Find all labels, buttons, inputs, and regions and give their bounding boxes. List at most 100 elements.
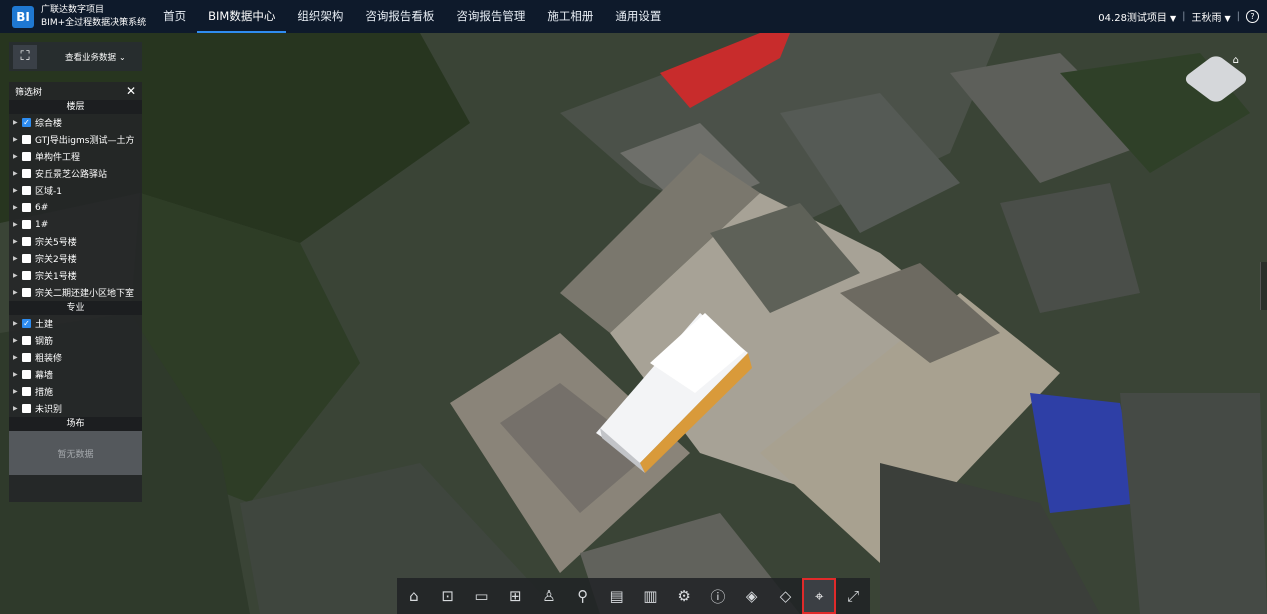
filter-title: 筛选树 (15, 87, 43, 98)
project-selector[interactable]: 04.28测试项目 ▼ (1098, 9, 1176, 24)
expand-arrow-icon[interactable]: ▶ (13, 405, 22, 412)
map-marker-icon[interactable]: ⌖ (802, 578, 837, 614)
expand-arrow-icon[interactable]: ▶ (13, 136, 22, 143)
filter-header: 筛选树 ✕ (9, 82, 142, 100)
box-icon[interactable]: ◇ (769, 578, 803, 614)
chevron-down-icon: ⌄ (119, 52, 126, 62)
map-viewport[interactable] (0, 33, 1267, 614)
tree-item[interactable]: ▶ 安丘景芝公路驿站 (9, 165, 142, 182)
expand-arrow-icon[interactable]: ▶ (13, 153, 22, 160)
divider: | (1236, 11, 1240, 22)
nav-item[interactable]: 施工相册 (536, 0, 604, 33)
expand-arrow-icon[interactable]: ▶ (13, 388, 22, 395)
tree-item-label: 6# (35, 202, 49, 213)
settings-icon[interactable]: ⚙ (667, 578, 701, 614)
expand-arrow-icon[interactable]: ▶ (13, 354, 22, 361)
checkbox[interactable] (22, 336, 31, 345)
checkbox[interactable] (22, 387, 31, 396)
expand-arrow-icon[interactable]: ▶ (13, 337, 22, 344)
section-disciplines: 专业 (9, 301, 142, 315)
top-nav-bar: BI 广联达数字项目 BIM+全过程数据决策系统 首页 BIM数据中心 组织架构 咨询… (0, 0, 1267, 33)
tree-item-label: 措施 (35, 388, 54, 398)
checkbox[interactable] (22, 254, 31, 263)
expand-arrow-icon[interactable]: ▶ (13, 238, 22, 245)
checkbox[interactable] (22, 186, 31, 195)
fullscreen-icon[interactable]: ⤢ (836, 578, 870, 614)
section-icon[interactable]: ⊞ (498, 578, 532, 614)
side-handle[interactable] (1260, 262, 1267, 310)
expand-arrow-icon[interactable]: ▶ (13, 119, 22, 126)
expand-arrow-icon[interactable]: ▶ (13, 187, 22, 194)
tree-item-label: 钢筋 (35, 337, 54, 347)
brand-subtitle: BIM+全过程数据决策系统 (41, 17, 147, 28)
person-walk-icon[interactable]: ♙ (532, 578, 566, 614)
location-pin-icon[interactable]: ⚲ (566, 578, 600, 614)
tree-item[interactable]: ▶ 粗装修 (9, 349, 142, 366)
home-icon[interactable]: ⌂ (1233, 55, 1239, 66)
nav-item[interactable]: 组织架构 (286, 0, 354, 33)
checkbox[interactable] (22, 353, 31, 362)
expand-arrow-icon[interactable]: ▶ (13, 272, 22, 279)
tree-item[interactable]: ▶ 钢筋 (9, 332, 142, 349)
list-icon[interactable]: ▤ (600, 578, 634, 614)
tree-item[interactable]: ▶ 未识别 (9, 400, 142, 417)
tree-item[interactable]: ▶ 宗关1号楼 (9, 267, 142, 284)
checkbox[interactable]: ✓ (22, 319, 31, 328)
floor-list: ▶ ✓ 综合楼 ▶ GTJ导出igms测试—土方 ▶ 单构件工程 ▶ 安丘景芝公路驿站 ▶ 区域-1… (9, 114, 142, 301)
model-cube-icon[interactable]: ◈ (735, 578, 769, 614)
tree-item[interactable]: ▶ 1# (9, 216, 142, 233)
nav-item[interactable]: 咨询报告管理 (445, 0, 536, 33)
checkbox[interactable] (22, 135, 31, 144)
brand: 广联达数字项目 BIM+全过程数据决策系统 (41, 4, 146, 30)
tree-item[interactable]: ▶ ✓ 综合楼 (9, 114, 142, 131)
checkbox[interactable]: ✓ (22, 118, 31, 127)
tree-item[interactable]: ▶ 宗关二期还建小区地下室 (9, 284, 142, 301)
checkbox[interactable] (22, 271, 31, 280)
tree-item-label: GTJ导出igms测试—土方 (35, 136, 135, 146)
checkbox[interactable] (22, 404, 31, 413)
close-icon[interactable]: ✕ (126, 84, 136, 98)
tree-item[interactable]: ▶ 幕墙 (9, 366, 142, 383)
view-business-data-button[interactable]: ⛶ 查看业务数据 ⌄ (9, 42, 142, 71)
tree-item[interactable]: ▶ 6# (9, 199, 142, 216)
expand-arrow-icon[interactable]: ▶ (13, 255, 22, 262)
nav-item[interactable]: 咨询报告看板 (354, 0, 445, 33)
tree-item[interactable]: ▶ 区域-1 (9, 182, 142, 199)
tree-item[interactable]: ▶ 宗关2号楼 (9, 250, 142, 267)
chart-icon[interactable]: ▥ (633, 578, 667, 614)
expand-arrow-icon[interactable]: ▶ (13, 320, 22, 327)
home-icon[interactable]: ⌂ (397, 578, 431, 614)
nav-item[interactable]: 首页 (152, 0, 197, 33)
expand-arrow-icon[interactable]: ▶ (13, 204, 22, 211)
brand-title: 广联达数字项目 (41, 4, 105, 15)
expand-arrow-icon[interactable]: ▶ (13, 221, 22, 228)
app-logo[interactable]: BI (12, 5, 34, 28)
checkbox[interactable] (22, 152, 31, 161)
checkbox[interactable] (22, 288, 31, 297)
user-name: 王秋雨 (1191, 13, 1222, 24)
checkbox[interactable] (22, 370, 31, 379)
tree-item[interactable]: ▶ GTJ导出igms测试—土方 (9, 131, 142, 148)
checkbox[interactable] (22, 237, 31, 246)
expand-arrow-icon[interactable]: ▶ (13, 289, 22, 296)
tree-item-label: 宗关2号楼 (35, 255, 77, 265)
info-icon[interactable]: ⓘ (701, 578, 735, 614)
nav-item[interactable]: BIM数据中心 (197, 0, 287, 33)
user-menu[interactable]: 王秋雨 ▼ (1191, 9, 1230, 24)
expand-arrow-icon[interactable]: ▶ (13, 371, 22, 378)
nav-item[interactable]: 通用设置 (604, 0, 672, 33)
question-circle-icon[interactable]: ? (1246, 10, 1259, 23)
tree-item[interactable]: ▶ 宗关5号楼 (9, 233, 142, 250)
checkbox[interactable] (22, 203, 31, 212)
measure-icon[interactable]: ▭ (465, 578, 499, 614)
tree-item-label: 单构件工程 (35, 153, 81, 163)
tree-item[interactable]: ▶ ✓ 土建 (9, 315, 142, 332)
expand-arrow-icon[interactable]: ▶ (13, 170, 22, 177)
checkbox[interactable] (22, 220, 31, 229)
checkbox[interactable] (22, 169, 31, 178)
tree-item-label: 1# (35, 219, 49, 230)
zoom-box-icon[interactable]: ⊡ (431, 578, 465, 614)
tree-item[interactable]: ▶ 措施 (9, 383, 142, 400)
chevron-down-icon: ▼ (1224, 14, 1231, 23)
tree-item[interactable]: ▶ 单构件工程 (9, 148, 142, 165)
